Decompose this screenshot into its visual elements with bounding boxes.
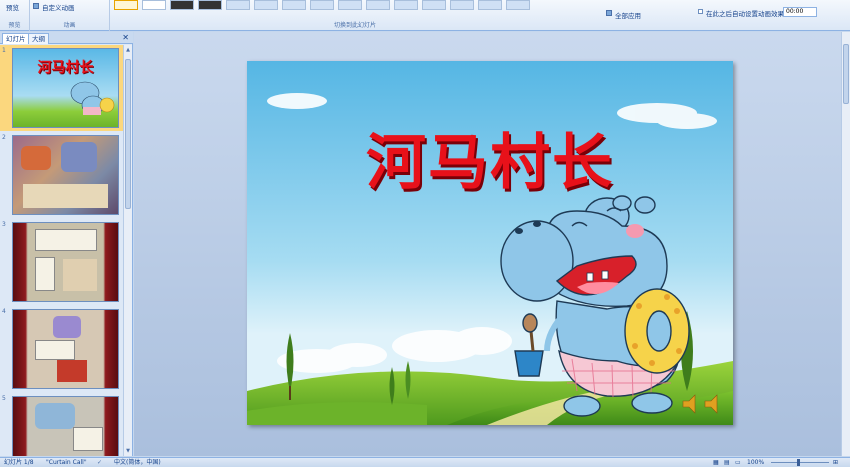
scroll-thumb[interactable] [843, 44, 849, 104]
theme-name: "Curtain Call" [46, 459, 87, 466]
custom-animation-icon [33, 3, 39, 9]
fit-window-icon[interactable]: ⊞ [833, 458, 838, 467]
transition-option[interactable] [282, 0, 306, 10]
transition-option[interactable] [198, 0, 222, 10]
view-sorter-icon[interactable]: ▤ [724, 458, 730, 467]
transition-group-label: 切换到此幻灯片 [333, 22, 376, 29]
apply-all-button[interactable]: 全部应用 [615, 10, 641, 20]
tab-outline[interactable]: 大纲 [28, 33, 49, 44]
slide-thumbnail-1[interactable]: 1 河马村长 [0, 45, 124, 131]
slide-number: 5 [2, 395, 6, 402]
zoom-level[interactable]: 100% [747, 458, 764, 467]
transition-option[interactable] [394, 0, 418, 10]
scroll-down-icon[interactable]: ▼ [124, 446, 132, 456]
preview-group-label: 预览 [8, 22, 21, 29]
slide-list: 1 河马村长 2 3 4 5 [0, 45, 124, 456]
scroll-up-icon[interactable]: ▲ [124, 45, 132, 55]
zoom-slider-handle[interactable] [797, 459, 800, 466]
apply-all-icon [606, 10, 612, 16]
slide-number: 3 [2, 221, 6, 228]
auto-advance-time-input[interactable]: 00:00 [783, 7, 817, 17]
slide-number: 4 [2, 308, 6, 315]
close-icon[interactable]: ✕ [122, 33, 129, 42]
view-slideshow-icon[interactable]: ▭ [735, 458, 741, 467]
slide-counter: 幻灯片 1/8 [4, 459, 34, 466]
status-bar: 幻灯片 1/8 "Curtain Call" ✓ 中文(简体，中国) ▦ ▤ ▭… [0, 457, 850, 467]
preview-group: 预览 预览 [0, 0, 30, 31]
slide-panel: 幻灯片 大纲 ✕ 1 河马村长 2 3 4 5 ▲ ▼ [0, 32, 133, 456]
slide-thumbnail-2[interactable]: 2 [0, 132, 124, 218]
animation-group-label: 动画 [63, 22, 76, 29]
ribbon: 预览 预览 自定义动画 动画 切换到此幻灯片 全部应用 在此之后自动设置动画效果… [0, 0, 850, 31]
slide-number: 2 [2, 134, 6, 141]
slide-thumb-image: 河马村长 [12, 48, 119, 128]
scroll-thumb[interactable] [125, 59, 131, 209]
transition-group: 切换到此幻灯片 [110, 0, 600, 31]
transition-option[interactable] [170, 0, 194, 10]
auto-advance-label: 在此之后自动设置动画效果: [706, 10, 787, 18]
slide-title[interactable]: 河马村长 [247, 114, 733, 201]
slide-thumb-image [12, 309, 119, 389]
tab-slides[interactable]: 幻灯片 [2, 33, 30, 44]
transition-gallery [114, 0, 530, 10]
transition-option[interactable] [226, 0, 250, 10]
transition-option[interactable] [254, 0, 278, 10]
editor-scrollbar[interactable] [841, 32, 850, 456]
transition-option[interactable] [310, 0, 334, 10]
slide-thumbnail-3[interactable]: 3 [0, 219, 124, 305]
slide-number: 1 [2, 47, 6, 54]
panel-tabs: 幻灯片 大纲 ✕ [0, 32, 133, 44]
auto-advance-checkbox[interactable] [698, 9, 703, 14]
animation-group: 自定义动画 动画 [30, 0, 110, 31]
hippo-icon [70, 81, 115, 115]
slide-thumb-image [12, 396, 119, 456]
transition-option[interactable] [478, 0, 502, 10]
view-normal-icon[interactable]: ▦ [713, 458, 719, 467]
transition-option[interactable] [450, 0, 474, 10]
slide-thumb-image [12, 135, 119, 215]
zoom-slider[interactable] [771, 462, 829, 463]
current-slide[interactable]: 河马村长 [247, 61, 733, 425]
spellcheck-icon[interactable]: ✓ [97, 458, 102, 467]
slide-thumbnail-5[interactable]: 5 [0, 393, 124, 456]
slide-thumb-image [12, 222, 119, 302]
transition-option[interactable] [366, 0, 390, 10]
slide-panel-scrollbar[interactable]: ▲ ▼ [123, 45, 132, 456]
transition-option[interactable] [338, 0, 362, 10]
custom-animation-button[interactable]: 自定义动画 [42, 2, 75, 12]
transition-option[interactable] [142, 0, 166, 10]
transition-option[interactable] [506, 0, 530, 10]
transition-none[interactable] [114, 0, 138, 10]
transition-option[interactable] [422, 0, 446, 10]
slide-thumbnail-4[interactable]: 4 [0, 306, 124, 392]
preview-button[interactable]: 预览 [6, 2, 19, 12]
language-indicator[interactable]: 中文(简体，中国) [114, 458, 161, 467]
